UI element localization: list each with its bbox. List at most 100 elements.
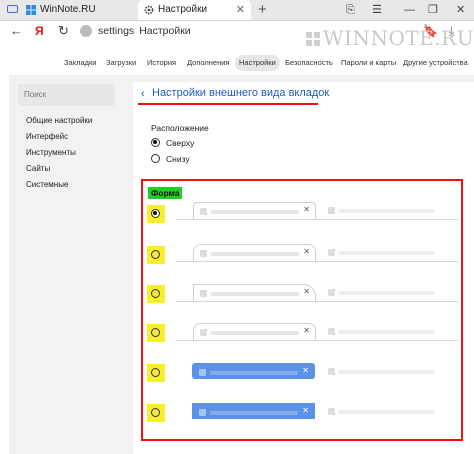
tab-text-placeholder: [339, 291, 434, 295]
nav-downloads[interactable]: Загрузки: [106, 55, 136, 71]
nav-passwords[interactable]: Пароли и карты: [341, 55, 396, 71]
sidebar-item-interface[interactable]: Интерфейс: [26, 132, 68, 141]
shape-option-standard[interactable]: [147, 205, 165, 223]
tab-text-placeholder: [339, 370, 434, 374]
back-arrow-icon[interactable]: ←: [10, 21, 23, 41]
tab-preview-inactive: [322, 363, 452, 380]
nav-bookmarks[interactable]: Закладки: [64, 55, 96, 71]
shape-option-slanted[interactable]: [147, 285, 165, 303]
tab-icon-placeholder: [200, 208, 207, 215]
minimize-icon[interactable]: —: [404, 0, 415, 20]
close-tab-icon: ✕: [302, 366, 309, 375]
tab-text-placeholder: [211, 252, 299, 256]
sidebar-item-general[interactable]: Общие настройки: [26, 116, 92, 125]
tab-preview: ✕: [192, 363, 315, 379]
shape-option-blue-flat[interactable]: [147, 404, 165, 422]
tab-text-placeholder: [339, 209, 434, 213]
tab-manager-icon[interactable]: ⎘: [346, 0, 355, 20]
watermark: WINNOTE.RU: [323, 26, 474, 50]
new-tab-button[interactable]: +: [258, 0, 267, 19]
tab-strip: WinNote.RU Настройки ✕ + ⎘ ☰ — ❐ ✕: [0, 0, 474, 21]
position-bottom-radio[interactable]: [151, 154, 160, 163]
position-top-label[interactable]: Сверху: [166, 138, 194, 148]
tab-icon-placeholder: [200, 250, 207, 257]
tabline: [176, 340, 458, 341]
close-tab-icon: ✕: [302, 406, 309, 415]
back-chevron-icon[interactable]: ‹: [141, 88, 145, 100]
tab-title: WinNote.RU: [40, 4, 96, 15]
yandex-logo-icon[interactable]: Я: [35, 21, 44, 41]
reload-icon[interactable]: ↻: [58, 21, 69, 41]
tab-preview: ✕: [193, 244, 316, 261]
tab-text-placeholder: [210, 371, 298, 375]
sidebar-item-sites[interactable]: Сайты: [26, 164, 50, 173]
tab-preview-inactive: [322, 403, 452, 420]
shape-option-blue-rounded[interactable]: [147, 364, 165, 382]
shape-preview-soft: ✕: [176, 321, 458, 341]
tab-text-placeholder: [339, 251, 434, 255]
position-top-radio[interactable]: [151, 138, 160, 147]
position-label: Расположение: [151, 123, 209, 133]
nav-security[interactable]: Безопасность: [285, 55, 333, 71]
tab-icon-placeholder: [328, 249, 335, 256]
shape-radio[interactable]: [151, 250, 160, 259]
tab-text-placeholder: [211, 292, 299, 296]
close-tab-icon: ✕: [303, 205, 310, 214]
tab-icon-placeholder: [200, 329, 207, 336]
tab-preview: ✕: [193, 323, 316, 340]
tab-text-placeholder: [210, 411, 298, 415]
tab-text-placeholder: [211, 210, 299, 214]
position-bottom-label[interactable]: Снизу: [166, 154, 190, 164]
shape-radio[interactable]: [151, 408, 160, 417]
tab-preview-inactive: [322, 323, 452, 340]
tab-preview: ✕: [192, 403, 315, 419]
close-window-icon[interactable]: ✕: [456, 0, 465, 20]
shape-preview-slanted: ✕: [176, 282, 458, 302]
shape-preview-rounded: ✕: [176, 242, 458, 262]
site-info-icon[interactable]: [80, 25, 92, 37]
nav-other-devices[interactable]: Другие устройства: [403, 55, 468, 71]
nav-history[interactable]: История: [147, 55, 176, 71]
menu-icon[interactable]: ☰: [372, 0, 382, 20]
settings-sidebar: Поиск Общие настройки Интерфейс Инструме…: [18, 84, 116, 189]
shape-preview-standard: ✕: [176, 200, 458, 220]
tabline: [176, 261, 458, 262]
shape-option-soft[interactable]: [147, 324, 165, 342]
maximize-icon[interactable]: ❐: [428, 0, 438, 20]
tab-preview: ✕: [193, 202, 316, 219]
tab-icon-placeholder: [328, 289, 335, 296]
tab-title: Настройки: [158, 4, 208, 15]
sidebar-item-system[interactable]: Системные: [26, 180, 68, 189]
tab-icon-placeholder: [200, 290, 207, 297]
close-tab-icon: ✕: [303, 287, 310, 296]
shape-option-rounded[interactable]: [147, 246, 165, 264]
close-tab-icon[interactable]: ✕: [236, 0, 245, 20]
close-tab-icon: ✕: [303, 326, 310, 335]
tab-icon-placeholder: [328, 207, 335, 214]
nav-extensions[interactable]: Дополнения: [187, 55, 229, 71]
title-annotation-underline: [138, 103, 318, 105]
shape-radio[interactable]: [151, 368, 160, 377]
tab-settings[interactable]: Настройки ✕: [138, 0, 251, 20]
tab-winnote[interactable]: WinNote.RU: [20, 0, 135, 20]
settings-search-input[interactable]: Поиск: [18, 84, 115, 106]
gear-icon: [144, 5, 154, 15]
shape-radio[interactable]: [151, 328, 160, 337]
nav-settings[interactable]: Настройки: [235, 55, 280, 71]
windows-logo-icon: [26, 5, 36, 15]
shape-radio[interactable]: [151, 209, 160, 218]
sidebar-item-tools[interactable]: Инструменты: [26, 148, 76, 157]
tabs-overview-icon[interactable]: [7, 5, 18, 13]
address-scheme: settings: [98, 25, 135, 37]
tab-icon-placeholder: [199, 409, 206, 416]
shape-label: Форма: [148, 187, 183, 199]
shape-preview-blue-flat: ✕: [176, 401, 458, 421]
tab-preview: ✕: [193, 284, 316, 301]
watermark-logo-icon: [306, 32, 320, 46]
shape-radio[interactable]: [151, 289, 160, 298]
shape-preview-blue-rounded: ✕: [176, 361, 458, 381]
address-field[interactable]: settings Настройки: [98, 21, 191, 41]
tab-icon-placeholder: [328, 328, 335, 335]
tabline: [176, 219, 458, 220]
address-page: Настройки: [139, 25, 191, 37]
